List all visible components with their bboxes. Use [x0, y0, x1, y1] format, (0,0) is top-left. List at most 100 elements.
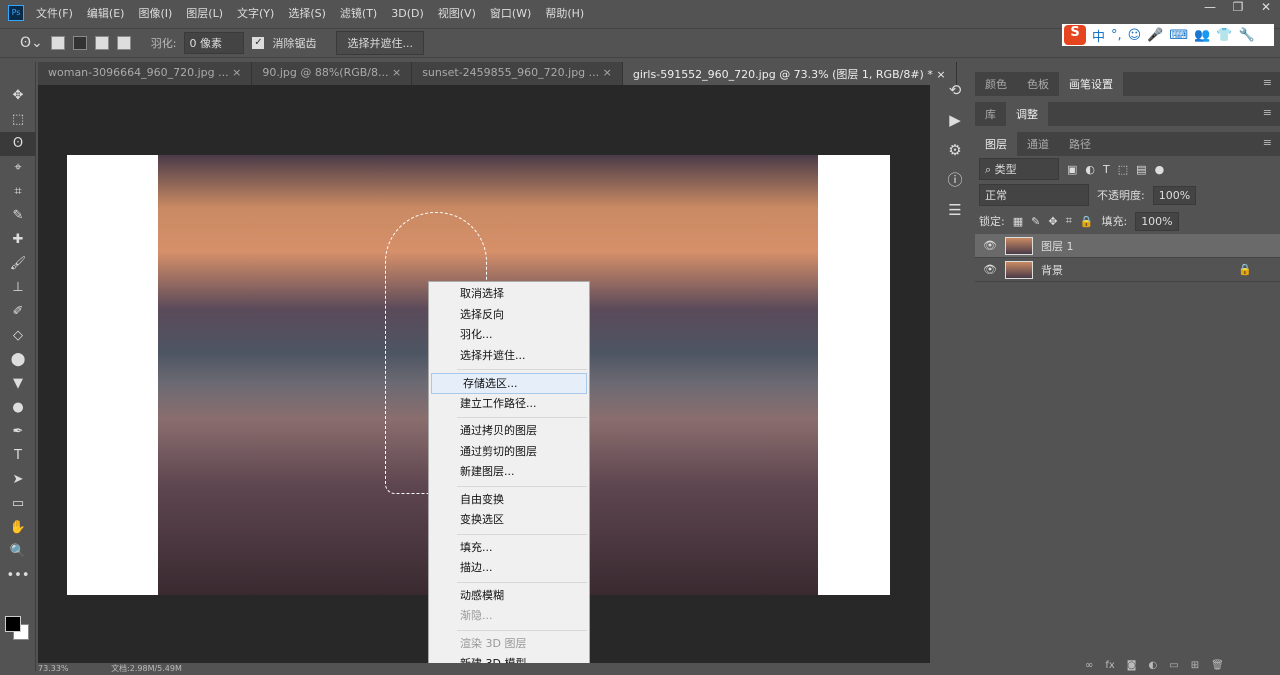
delete-icon[interactable]: 🗑 [1211, 660, 1224, 671]
menu-help[interactable]: 帮助(H) [545, 5, 584, 21]
panel-menu-icon[interactable]: ≡ [1263, 136, 1272, 149]
more-tools-icon[interactable]: ••• [0, 564, 36, 588]
close-button[interactable]: ✕ [1252, 0, 1280, 20]
eraser-tool-icon[interactable]: ◇ [0, 324, 36, 348]
path-select-tool-icon[interactable]: ➤ [0, 468, 36, 492]
menu-image[interactable]: 图像(I) [138, 5, 172, 21]
lasso-preset-icon[interactable]: ʘ⌄ [20, 35, 43, 51]
add-selection-icon[interactable] [72, 36, 87, 50]
foreground-color-swatch[interactable] [5, 616, 21, 632]
menu-file[interactable]: 文件(F) [36, 5, 73, 21]
tab-adjustments[interactable]: 调整 [1006, 102, 1048, 126]
tab-sunset[interactable]: sunset-2459855_960_720.jpg ... × [412, 62, 623, 85]
tab-90[interactable]: 90.jpg @ 88%(RGB/8... × [252, 62, 413, 85]
lock-transparent-icon[interactable]: ▦ [1013, 215, 1023, 228]
lasso-tool-icon[interactable]: ʘ [0, 132, 36, 156]
context-menu-item[interactable]: 描边... [429, 558, 589, 579]
actions-play-icon[interactable]: ▶ [940, 105, 970, 135]
adjust-sliders-icon[interactable]: ☰ [940, 195, 970, 225]
history-brush-tool-icon[interactable]: ✐ [0, 300, 36, 324]
filter-smart-object-icon[interactable]: ▤ [1136, 163, 1146, 176]
tab-swatches[interactable]: 色板 [1017, 72, 1059, 96]
hand-tool-icon[interactable]: ✋ [0, 516, 36, 540]
intersect-selection-icon[interactable] [116, 36, 131, 50]
subtract-selection-icon[interactable] [94, 36, 109, 50]
info-icon[interactable]: ⓘ [940, 165, 970, 195]
history-icon[interactable]: ⟲ [940, 75, 970, 105]
menu-edit[interactable]: 编辑(E) [87, 5, 125, 21]
tab-girls[interactable]: girls-591552_960_720.jpg @ 73.3% (图层 1, … [622, 62, 957, 85]
tab-close-icon[interactable]: × [603, 66, 612, 79]
tab-channels[interactable]: 通道 [1017, 132, 1059, 156]
tab-libraries[interactable]: 库 [975, 102, 1006, 126]
group-icon[interactable]: ▭ [1169, 660, 1178, 671]
lock-position-icon[interactable]: ✥ [1048, 215, 1057, 228]
context-menu-item[interactable]: 选择并遮住... [429, 346, 589, 367]
ime-emoji-icon[interactable]: ☺ [1128, 28, 1142, 43]
context-menu-item[interactable]: 建立工作路径... [429, 394, 589, 415]
eyedropper-tool-icon[interactable]: ✎ [0, 204, 36, 228]
context-menu-item[interactable]: 变换选区 [429, 510, 589, 531]
context-menu-item[interactable]: 通过剪切的图层 [429, 442, 589, 463]
tab-woman[interactable]: woman-3096664_960_720.jpg ... × [38, 62, 253, 85]
panel-menu-icon[interactable]: ≡ [1263, 76, 1272, 89]
pen-tool-icon[interactable]: ✒ [0, 420, 36, 444]
filter-toggle[interactable]: ● [1155, 163, 1165, 176]
layer-filter-select[interactable]: ⌕ 类型 [979, 158, 1059, 180]
feather-input[interactable]: 0 像素 [184, 32, 245, 54]
stamp-tool-icon[interactable]: ⊥ [0, 276, 36, 300]
visibility-eye-icon[interactable]: 👁 [983, 239, 997, 252]
filter-adjustment-icon[interactable]: ◐ [1085, 163, 1095, 176]
context-menu-item[interactable]: 动感模糊 [429, 586, 589, 607]
link-icon[interactable]: ∞ [1085, 660, 1093, 671]
fx-icon[interactable]: fx [1105, 660, 1114, 671]
filter-type-icon[interactable]: T [1103, 163, 1110, 176]
quick-select-tool-icon[interactable]: ⌖ [0, 156, 36, 180]
layer-row[interactable]: 👁 图层 1 [975, 234, 1280, 258]
healing-tool-icon[interactable]: ✚ [0, 228, 36, 252]
menu-filter[interactable]: 滤镜(T) [340, 5, 377, 21]
type-tool-icon[interactable]: T [0, 444, 36, 468]
marquee-tool-icon[interactable]: ⬚ [0, 108, 36, 132]
context-menu-item[interactable]: 羽化... [429, 325, 589, 346]
zoom-tool-icon[interactable]: 🔍 [0, 540, 36, 564]
filter-pixel-icon[interactable]: ▣ [1067, 163, 1077, 176]
tab-close-icon[interactable]: × [232, 66, 241, 79]
tab-brush-settings[interactable]: 画笔设置 [1059, 72, 1123, 96]
filter-shape-icon[interactable]: ⬚ [1118, 163, 1128, 176]
visibility-eye-icon[interactable]: 👁 [983, 263, 997, 276]
panel-menu-icon[interactable]: ≡ [1263, 106, 1272, 119]
blur-tool-icon[interactable]: ▼ [0, 372, 36, 396]
context-menu-item[interactable]: 填充... [429, 538, 589, 559]
paint-bucket-tool-icon[interactable]: ⬤ [0, 348, 36, 372]
layer-row[interactable]: 👁 背景 🔒 [975, 258, 1280, 282]
ime-punctuation-icon[interactable]: °, [1111, 28, 1122, 43]
mask-icon[interactable]: ◙ [1127, 660, 1137, 671]
tab-close-icon[interactable]: × [392, 66, 401, 79]
move-tool-icon[interactable]: ✥ [0, 84, 36, 108]
fill-input[interactable]: 100% [1135, 211, 1179, 231]
tab-layers[interactable]: 图层 [975, 132, 1017, 156]
menu-3d[interactable]: 3D(D) [391, 7, 424, 20]
menu-view[interactable]: 视图(V) [438, 5, 476, 21]
tab-color[interactable]: 颜色 [975, 72, 1017, 96]
ime-chinese-mode[interactable]: 中 [1092, 26, 1105, 45]
ime-skin-icon[interactable]: 👕 [1216, 28, 1232, 43]
restore-button[interactable]: ❐ [1224, 0, 1252, 20]
menu-window[interactable]: 窗口(W) [490, 5, 531, 21]
minimize-button[interactable]: — [1196, 0, 1224, 20]
crop-tool-icon[interactable]: ⌗ [0, 180, 36, 204]
tab-paths[interactable]: 路径 [1059, 132, 1101, 156]
brush-tool-icon[interactable]: 🖌 [0, 252, 36, 276]
menu-select[interactable]: 选择(S) [288, 5, 326, 21]
properties-icon[interactable]: ⚙ [940, 135, 970, 165]
lock-artboard-icon[interactable]: ⌗ [1066, 214, 1072, 228]
antialias-checkbox[interactable]: ✓ [252, 37, 265, 49]
new-selection-icon[interactable] [50, 36, 65, 50]
new-layer-icon[interactable]: ⊞ [1191, 660, 1199, 671]
ime-user-icon[interactable]: 👥 [1194, 28, 1210, 43]
menu-layer[interactable]: 图层(L) [186, 5, 223, 21]
ime-voice-icon[interactable]: 🎤 [1147, 28, 1163, 43]
select-and-mask-button[interactable]: 选择并遮住... [336, 31, 424, 55]
zoom-level[interactable]: 73.33% [38, 664, 69, 673]
